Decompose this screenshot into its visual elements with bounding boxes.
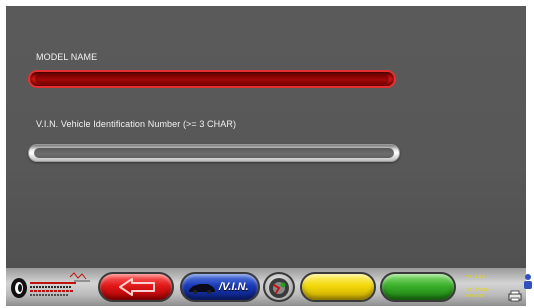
model-name-field[interactable] — [28, 70, 396, 88]
bottom-toolbar: /V.I.N. Ver. 1.8.5 10/10/2019 09:58:23 — [6, 268, 532, 306]
vin-field[interactable] — [28, 144, 400, 162]
vin-input[interactable] — [34, 148, 394, 158]
tire-icon — [269, 278, 289, 298]
main-screen: MODEL NAME V.I.N. Vehicle Identification… — [6, 6, 526, 268]
back-button[interactable] — [98, 272, 174, 302]
vin-button-label: /V.I.N. — [219, 281, 249, 293]
model-name-label: MODEL NAME — [36, 52, 98, 62]
printer-icon[interactable] — [508, 290, 522, 302]
back-arrow-icon — [119, 278, 155, 296]
yellow-function-button[interactable] — [300, 272, 376, 302]
tire-button[interactable] — [263, 272, 295, 302]
brand-logo — [10, 271, 96, 303]
car-icon — [189, 284, 215, 294]
version-text: Ver. 1.8.5 — [466, 274, 486, 279]
vin-label: V.I.N. Vehicle Identification Number (>=… — [36, 119, 237, 129]
time-text: 09:58:23 — [466, 293, 484, 298]
model-name-input[interactable] — [35, 74, 389, 84]
green-function-button[interactable] — [380, 272, 456, 302]
vin-mode-button[interactable]: /V.I.N. — [180, 272, 260, 302]
person-icon[interactable] — [523, 273, 532, 289]
